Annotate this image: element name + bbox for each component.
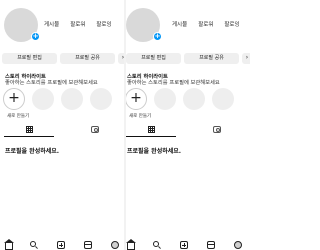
- stat-posts[interactable]: 게시물: [172, 20, 187, 28]
- share-profile-button[interactable]: 프로필 공유: [184, 53, 239, 64]
- new-highlight-label: 새로 만들기: [129, 114, 152, 119]
- create-icon[interactable]: [57, 241, 65, 249]
- stat-followers[interactable]: 팔로워: [70, 20, 85, 28]
- tagged-icon[interactable]: [213, 126, 221, 133]
- highlight-placeholder: [183, 88, 205, 110]
- add-story-icon[interactable]: +: [153, 32, 162, 41]
- home-icon[interactable]: [4, 239, 14, 250]
- edit-profile-button[interactable]: 프로필 편집: [126, 53, 181, 64]
- highlight-placeholder: [212, 88, 234, 110]
- highlight-placeholder: [61, 88, 83, 110]
- add-story-icon[interactable]: +: [31, 32, 40, 41]
- stat-following[interactable]: 팔로잉: [96, 20, 111, 28]
- search-icon[interactable]: [153, 241, 161, 249]
- complete-profile-title: 프로필을 완성하세요.: [127, 148, 182, 155]
- complete-profile-title: 프로필을 완성하세요.: [5, 148, 60, 155]
- profile-screen-left: + 게시물 팔로워 팔로잉 프로필 편집 프로필 공유 › 스토리 하이라이트 …: [0, 0, 124, 250]
- profile-tabs: [0, 126, 124, 138]
- bottom-nav: [0, 238, 124, 250]
- reels-icon[interactable]: [207, 241, 215, 249]
- highlight-placeholder: [90, 88, 112, 110]
- highlight-placeholder: [154, 88, 176, 110]
- profile-actions: 프로필 편집 프로필 공유 ›: [2, 53, 124, 64]
- profile-tabs: [126, 126, 250, 138]
- new-highlight-button[interactable]: +: [3, 88, 25, 110]
- share-profile-button[interactable]: 프로필 공유: [60, 53, 115, 64]
- new-highlight-label: 새로 만들기: [7, 114, 30, 119]
- story-highlights-subtitle: 좋아하는 스토리를 프로필에 보관해보세요: [5, 80, 98, 86]
- active-tab-indicator: [4, 136, 54, 137]
- create-icon[interactable]: [180, 241, 188, 249]
- stat-followers[interactable]: 팔로워: [198, 20, 213, 28]
- bottom-nav: [126, 238, 250, 250]
- edit-profile-button[interactable]: 프로필 편집: [2, 53, 57, 64]
- home-icon[interactable]: [126, 239, 136, 250]
- profile-stats: 게시물 팔로워 팔로잉: [172, 20, 250, 28]
- grid-icon[interactable]: [26, 126, 33, 133]
- stat-posts[interactable]: 게시물: [44, 20, 59, 28]
- stat-following[interactable]: 팔로잉: [224, 20, 239, 28]
- profile-screen-right: + 게시물 팔로워 팔로잉 프로필 편집 프로필 공유 › 스토리 하이라이트 …: [126, 0, 250, 250]
- search-icon[interactable]: [30, 241, 38, 249]
- highlights-row: +: [126, 88, 234, 110]
- profile-stats: 게시물 팔로워 팔로잉: [44, 20, 123, 28]
- story-highlights-subtitle: 좋아하는 스토리를 프로필에 보관해보세요: [127, 80, 220, 86]
- profile-icon[interactable]: [234, 241, 242, 249]
- highlight-placeholder: [32, 88, 54, 110]
- tagged-icon[interactable]: [91, 126, 99, 133]
- active-tab-indicator: [126, 136, 176, 137]
- add-person-icon[interactable]: ›: [242, 53, 250, 64]
- grid-icon[interactable]: [148, 126, 155, 133]
- reels-icon[interactable]: [84, 241, 92, 249]
- profile-actions: 프로필 편집 프로필 공유 ›: [126, 53, 250, 64]
- highlights-row: +: [3, 88, 112, 110]
- profile-icon[interactable]: [111, 241, 119, 249]
- new-highlight-button[interactable]: +: [126, 88, 147, 110]
